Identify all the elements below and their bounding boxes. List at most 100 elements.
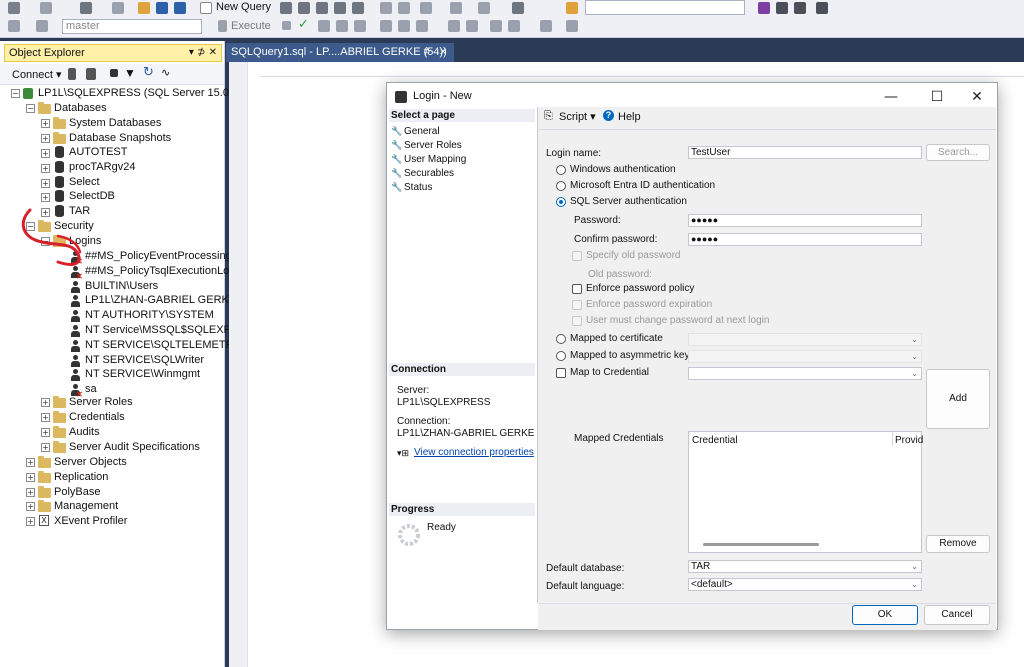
map-credential-checkbox[interactable] — [556, 368, 566, 378]
password-input[interactable]: ●●●●● — [688, 214, 922, 227]
connect-icon[interactable] — [8, 20, 20, 32]
outdent-icon[interactable] — [508, 20, 520, 32]
expand-toggle[interactable]: + — [41, 119, 50, 128]
properties-icon[interactable] — [776, 2, 788, 14]
tree-node-login[interactable]: BUILTIN\Users — [85, 279, 158, 293]
ok-button[interactable]: OK — [852, 605, 918, 625]
tree-node-login[interactable]: NT SERVICE\Winmgmt — [85, 367, 200, 381]
copy-icon[interactable] — [398, 2, 410, 14]
solution-explorer-icon[interactable] — [758, 2, 770, 14]
login-name-input[interactable]: TestUser — [688, 146, 922, 159]
activity-icon[interactable]: ∿ — [161, 66, 170, 79]
expand-toggle[interactable]: + — [26, 473, 35, 482]
expand-toggle[interactable]: + — [41, 428, 50, 437]
enforce-policy-checkbox[interactable] — [572, 284, 582, 294]
disconnect-icon[interactable] — [86, 68, 96, 80]
expand-toggle[interactable]: + — [26, 458, 35, 467]
expand-toggle[interactable]: + — [26, 517, 35, 526]
tree-node-replication[interactable]: Replication — [54, 470, 108, 484]
save-all-icon[interactable] — [174, 2, 186, 14]
comment-icon[interactable] — [448, 20, 460, 32]
window-layout-icon[interactable] — [816, 2, 828, 14]
page-server-roles[interactable]: 🔧 Server Roles — [391, 139, 462, 152]
stop-icon[interactable] — [282, 21, 291, 30]
horizontal-scrollbar[interactable] — [703, 543, 819, 546]
find-combo[interactable] — [585, 0, 745, 15]
xmla-icon[interactable] — [334, 2, 346, 14]
execute-icon[interactable] — [218, 20, 227, 32]
results-file-icon[interactable] — [416, 20, 428, 32]
results-text-icon[interactable] — [380, 20, 392, 32]
filter-icon[interactable]: ▼ — [124, 66, 136, 80]
intellisense-icon[interactable] — [354, 20, 366, 32]
view-connection-properties-link[interactable]: View connection properties — [414, 447, 534, 459]
cancel-button[interactable]: Cancel — [924, 605, 990, 625]
tree-node-management[interactable]: Management — [54, 499, 118, 513]
redo-icon[interactable] — [478, 2, 490, 14]
cut-icon[interactable] — [380, 2, 392, 14]
query-options-icon[interactable] — [336, 20, 348, 32]
default-language-dropdown[interactable]: <default> ⌄ — [688, 578, 922, 591]
expand-toggle[interactable]: + — [41, 413, 50, 422]
page-general[interactable]: 🔧 General — [391, 125, 440, 138]
toolbox-icon[interactable] — [794, 2, 806, 14]
expand-toggle[interactable]: + — [26, 488, 35, 497]
estimated-plan-icon[interactable] — [318, 20, 330, 32]
expand-toggle[interactable]: + — [41, 134, 50, 143]
expand-toggle[interactable]: + — [41, 164, 50, 173]
sql-auth-radio[interactable] — [556, 197, 566, 207]
undo-icon[interactable] — [450, 2, 462, 14]
page-user-mapping[interactable]: 🔧 User Mapping — [391, 153, 466, 166]
refresh-icon[interactable]: ↻ — [143, 65, 154, 80]
tree-node-database-snapshots[interactable]: Database Snapshots — [69, 131, 171, 145]
specify-values-icon[interactable] — [540, 20, 552, 32]
tree-node-database[interactable]: AUTOTEST — [69, 145, 127, 159]
credential-dropdown[interactable]: ⌄ — [688, 367, 922, 380]
expand-toggle[interactable]: + — [41, 179, 50, 188]
windows-auth-radio[interactable] — [556, 165, 566, 175]
search-button[interactable]: Search... — [926, 144, 990, 161]
tree-server-node[interactable]: LP1L\SQLEXPRESS (SQL Server 15.0.2000 — [38, 86, 257, 100]
default-database-dropdown[interactable]: TAR ⌄ — [688, 560, 922, 573]
mdx-icon[interactable] — [298, 2, 310, 14]
add-item-icon[interactable] — [112, 2, 124, 14]
tree-node-server-roles[interactable]: Server Roles — [69, 395, 133, 409]
expand-toggle[interactable]: + — [41, 398, 50, 407]
find-icon[interactable] — [566, 2, 578, 14]
column-header-credential[interactable]: Credential — [692, 435, 738, 447]
back-icon[interactable] — [8, 2, 20, 14]
tree-node-server-audit-specifications[interactable]: Server Audit Specifications — [69, 440, 200, 454]
results-grid-icon[interactable] — [398, 20, 410, 32]
expand-toggle[interactable]: + — [26, 502, 35, 511]
must-change-checkbox[interactable] — [572, 316, 582, 326]
new-query-button[interactable]: New Query — [216, 1, 271, 13]
execute-button[interactable]: Execute — [231, 20, 271, 32]
forward-icon[interactable] — [40, 2, 52, 14]
tree-node-database[interactable]: Select — [69, 175, 100, 189]
panel-window-controls[interactable]: ▾ ⊅ ✕ — [189, 45, 217, 61]
specify-old-password-checkbox[interactable] — [572, 251, 582, 261]
script-button[interactable]: Script ▾ — [559, 111, 596, 123]
help-button[interactable]: Help — [618, 111, 641, 123]
asym-key-dropdown[interactable]: ⌄ — [688, 350, 922, 363]
dax-icon[interactable] — [352, 2, 364, 14]
database-combo[interactable]: master — [62, 19, 202, 34]
close-icon[interactable]: ✕ — [439, 43, 447, 62]
add-button[interactable]: Add — [926, 369, 990, 429]
expand-toggle[interactable]: + — [41, 443, 50, 452]
tab-sqlquery1[interactable]: SQLQuery1.sql - LP....ABRIEL GERKE (54))… — [226, 43, 454, 62]
tree-node-xevent-profiler[interactable]: XEvent Profiler — [54, 514, 127, 528]
tree-node-audits[interactable]: Audits — [69, 425, 100, 439]
indent-icon[interactable] — [490, 20, 502, 32]
collapse-toggle[interactable]: − — [26, 104, 35, 113]
save-icon[interactable] — [156, 2, 168, 14]
confirm-password-input[interactable]: ●●●●● — [688, 233, 922, 246]
tree-node-login[interactable]: ##MS_PolicyTsqlExecutionLog — [85, 264, 235, 278]
open-file-icon[interactable] — [138, 2, 150, 14]
tree-node-database[interactable]: procTARgv24 — [69, 160, 135, 174]
tree-node-login[interactable]: NT Service\MSSQL$SQLEXPRE — [85, 323, 246, 337]
column-header-provider[interactable]: Provid — [895, 435, 923, 447]
mapped-certificate-radio[interactable] — [556, 334, 566, 344]
change-connection-icon[interactable] — [36, 20, 48, 32]
tree-node-server-objects[interactable]: Server Objects — [54, 455, 127, 469]
